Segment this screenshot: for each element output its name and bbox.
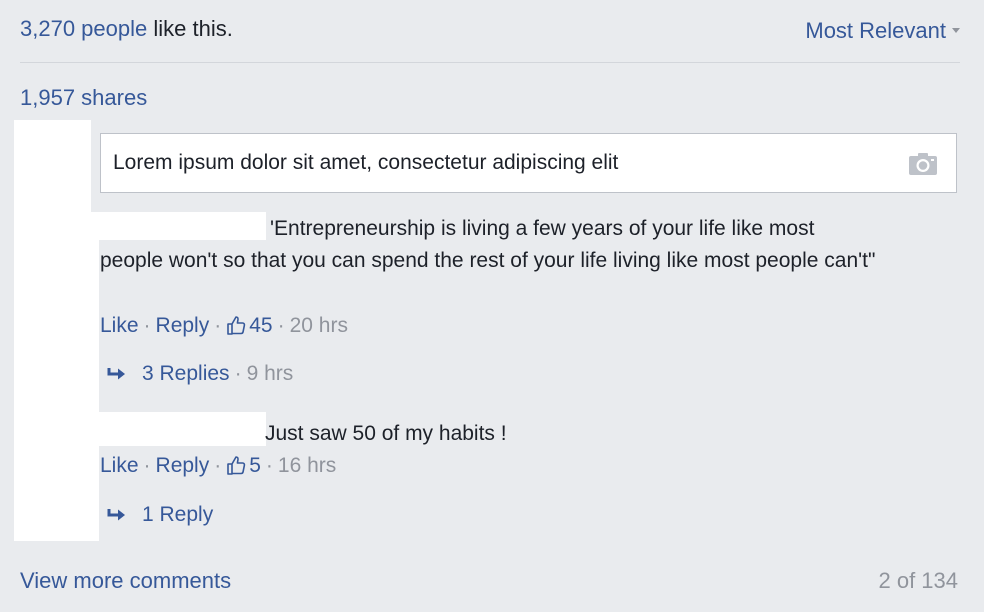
reply-arrow-icon	[107, 368, 125, 380]
comment-margin-block	[91, 240, 99, 412]
comment-actions: Like · Reply · 45 · 20 hrs	[100, 314, 348, 338]
replies-toggle[interactable]: 3 Replies · 9 hrs	[106, 362, 293, 386]
sort-dropdown[interactable]: Most Relevant	[805, 18, 960, 44]
replies-link[interactable]: 1 Reply	[142, 503, 213, 526]
comment-body: Just saw 50 of my habits !	[265, 422, 507, 445]
dot-separator: ·	[277, 314, 285, 337]
comment-pager: 2 of 134	[878, 568, 958, 593]
shares-link[interactable]: 1,957 shares	[20, 85, 147, 111]
sort-label: Most Relevant	[805, 18, 946, 43]
camera-icon[interactable]	[908, 152, 938, 176]
dot-separator: ·	[143, 454, 151, 477]
comment-body: 'Entrepreneurship is living a few years …	[100, 213, 950, 277]
reaction-count[interactable]: 45	[226, 314, 273, 337]
dot-separator: ·	[214, 454, 222, 477]
comment-text-continued: people won't so that you can spend the r…	[100, 249, 876, 272]
author-name-placeholder	[91, 412, 266, 446]
comment-margin-block	[91, 446, 99, 541]
comment-timestamp[interactable]: 20 hrs	[290, 314, 348, 337]
reaction-count-value: 45	[249, 314, 273, 337]
reply-link[interactable]: Reply	[156, 454, 210, 477]
thumbs-up-icon	[227, 456, 246, 475]
replies-link[interactable]: 3 Replies	[142, 362, 230, 385]
reply-arrow-icon	[107, 509, 125, 521]
comment-composer[interactable]: Lorem ipsum dolor sit amet, consectetur …	[100, 133, 957, 193]
dot-separator: ·	[265, 454, 273, 477]
reaction-count-value: 5	[249, 454, 261, 477]
dot-separator: ·	[143, 314, 151, 337]
thumbs-up-icon	[227, 316, 246, 335]
reaction-count[interactable]: 5	[226, 454, 261, 477]
caret-down-icon	[952, 27, 960, 33]
likes-count-link[interactable]: 3,270 people	[20, 16, 147, 41]
likes-suffix: like this.	[147, 16, 233, 41]
comment-text-line: 'Entrepreneurship is living a few years …	[270, 217, 815, 240]
reply-link[interactable]: Reply	[156, 314, 210, 337]
avatar-placeholder-column	[14, 120, 91, 541]
like-link[interactable]: Like	[100, 314, 139, 337]
comment-timestamp[interactable]: 16 hrs	[278, 454, 336, 477]
replies-timestamp: 9 hrs	[246, 362, 294, 385]
likes-summary: 3,270 people like this.	[20, 16, 233, 42]
comment-actions: Like · Reply · 5 · 16 hrs	[100, 454, 336, 478]
replies-toggle[interactable]: 1 Reply	[106, 503, 213, 527]
comment-input-text[interactable]: Lorem ipsum dolor sit amet, consectetur …	[113, 151, 618, 175]
dot-separator: ·	[214, 314, 222, 337]
like-link[interactable]: Like	[100, 454, 139, 477]
divider	[20, 62, 960, 63]
dot-separator: ·	[234, 362, 242, 385]
view-more-comments-link[interactable]: View more comments	[20, 568, 231, 594]
